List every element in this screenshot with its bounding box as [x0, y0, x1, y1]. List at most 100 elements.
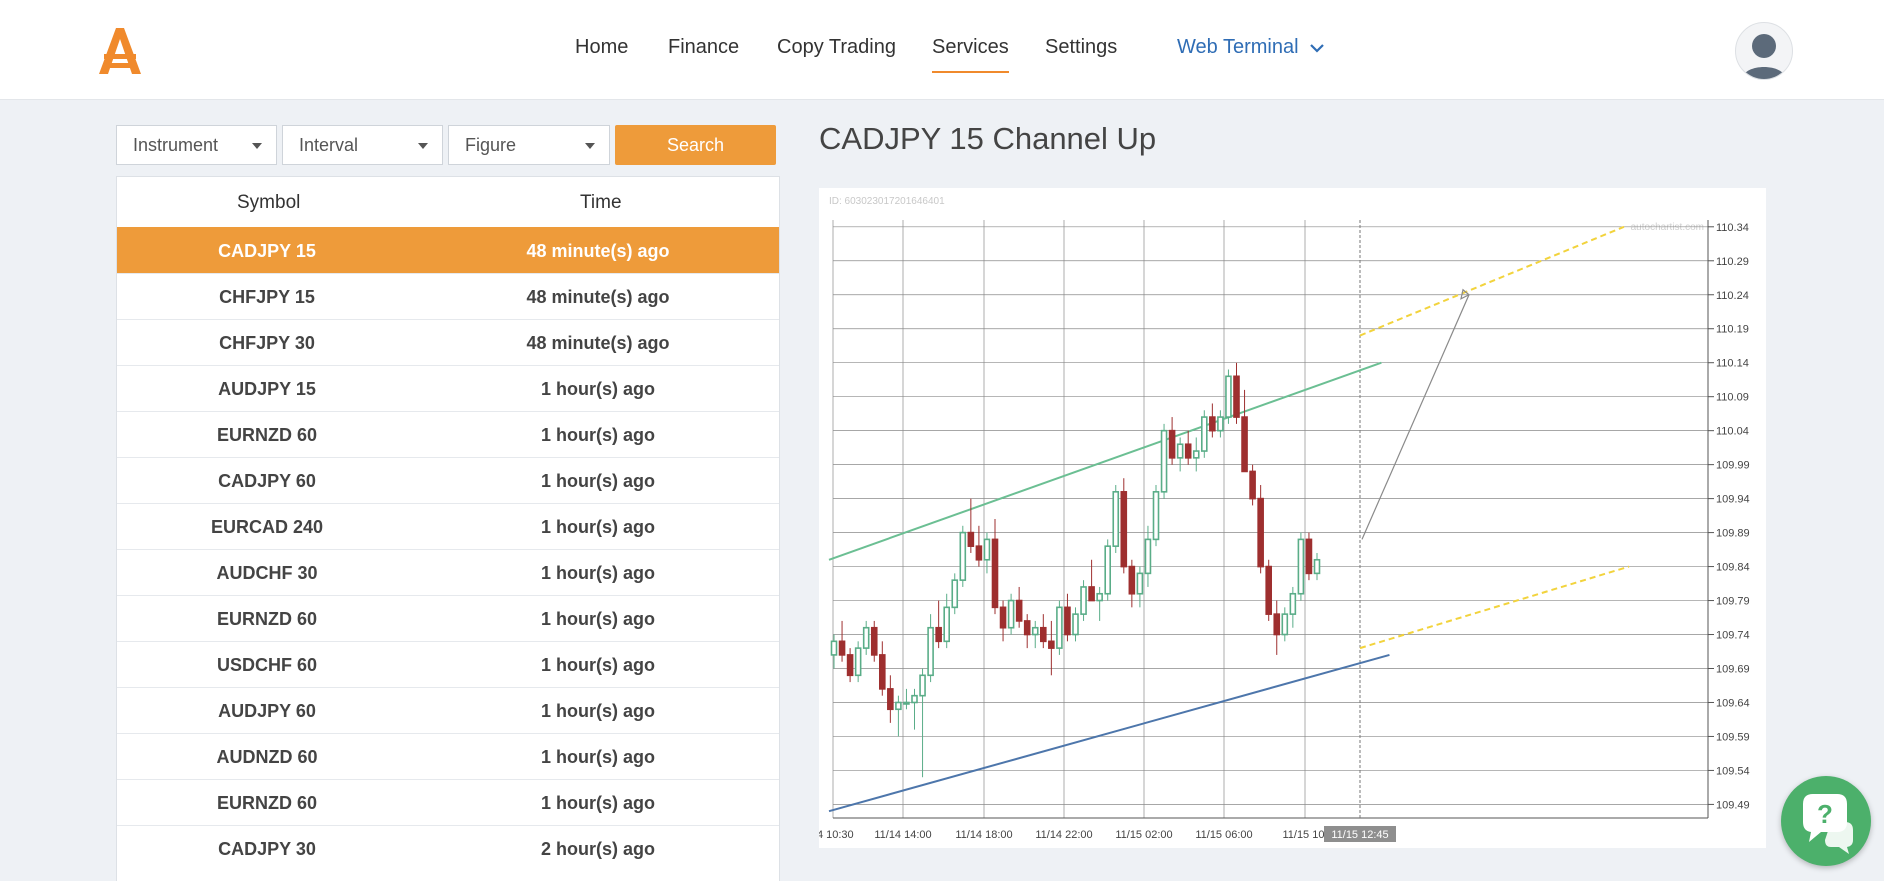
y-tick-label: 109.64 — [1716, 697, 1750, 709]
instrument-select-label: Instrument — [133, 135, 219, 155]
candle-body — [1184, 443, 1192, 459]
nav-settings[interactable]: Settings — [1045, 36, 1117, 59]
candle-body — [1209, 416, 1216, 432]
candle-body — [1072, 613, 1079, 636]
candle-body — [838, 640, 846, 656]
x-tick-label: 11/14 14:00 — [874, 829, 931, 841]
table-row[interactable]: CADJPY 15 48 minute(s) ago — [117, 227, 779, 273]
main-nav: Home Finance Copy Trading Services Setti… — [0, 0, 1884, 99]
candle-body — [1192, 450, 1200, 459]
chat-help-icon: ? — [1803, 794, 1853, 854]
candle-body — [862, 626, 870, 649]
candle-body — [1281, 613, 1289, 636]
projection-arrow-line — [1361, 294, 1470, 540]
y-tick-label: 109.49 — [1716, 799, 1750, 811]
candle-body — [943, 606, 950, 643]
row-symbol: EURCAD 240 — [210, 517, 324, 537]
candle-body — [1080, 586, 1087, 615]
row-time: 1 hour(s) ago — [540, 563, 655, 583]
table-row[interactable]: CADJPY 30 2 hour(s) ago — [117, 825, 779, 871]
channel-upper-line — [828, 361, 1382, 561]
candle-body — [1168, 429, 1176, 459]
search-button[interactable]: Search — [615, 125, 776, 165]
nav-services[interactable]: Services — [932, 36, 1009, 73]
table-row[interactable]: AUDCHF 30 1 hour(s) ago — [117, 549, 779, 595]
current-time-label: 11/15 12:45 — [1331, 829, 1388, 841]
row-symbol: CADJPY 30 — [218, 839, 316, 859]
candle-body — [1305, 538, 1313, 575]
row-symbol: EURNZD 60 — [216, 793, 318, 813]
table-row[interactable]: EURNZD 60 1 hour(s) ago — [117, 779, 779, 825]
y-tick-label: 109.54 — [1716, 765, 1750, 777]
candle-body — [1217, 416, 1224, 432]
table-row[interactable]: CHFJPY 15 48 minute(s) ago — [117, 273, 779, 319]
projection-lower-line — [1359, 565, 1630, 650]
chart-watermark: autochartist.com — [1631, 222, 1704, 233]
table-row[interactable]: AUDNZD 60 1 hour(s) ago — [117, 733, 779, 779]
column-header-time[interactable]: Time — [580, 192, 622, 214]
candle-body — [1160, 429, 1168, 493]
candle-body — [1096, 592, 1103, 602]
y-tick-label: 109.94 — [1716, 494, 1750, 506]
signals-table: Symbol Time CADJPY 15 48 minute(s) ago CHF… — [116, 176, 780, 881]
candle-body — [1289, 592, 1297, 615]
top-header: Home Finance Copy Trading Services Setti… — [0, 0, 1884, 100]
table-row[interactable]: EURCAD 240 1 hour(s) ago — [117, 503, 779, 549]
y-tick-label: 109.74 — [1716, 630, 1750, 642]
candle-body — [1257, 497, 1264, 568]
web-terminal-label: Web Terminal — [1177, 36, 1299, 58]
nav-copy-trading[interactable]: Copy Trading — [777, 36, 896, 59]
candle-body — [927, 626, 934, 677]
row-symbol: AUDJPY 60 — [218, 701, 316, 721]
candle-body — [1241, 416, 1248, 473]
column-header-symbol[interactable]: Symbol — [237, 192, 300, 214]
candle-body — [1064, 606, 1071, 636]
candle-body — [1056, 606, 1063, 649]
user-avatar[interactable] — [1735, 22, 1793, 80]
row-time: 1 hour(s) ago — [540, 747, 655, 767]
y-tick-label: 110.14 — [1716, 358, 1749, 370]
table-row[interactable]: EURNZD 60 1 hour(s) ago — [117, 595, 779, 641]
y-tick-label: 110.34 — [1716, 222, 1749, 234]
nav-finance[interactable]: Finance — [668, 36, 739, 59]
candle-body — [1136, 572, 1144, 595]
row-symbol: EURNZD 60 — [216, 609, 318, 629]
interval-select[interactable]: Interval — [282, 125, 443, 165]
row-time: 48 minute(s) ago — [526, 333, 670, 353]
candle-body — [1297, 538, 1305, 595]
table-row[interactable]: CHFJPY 30 48 minute(s) ago — [117, 319, 779, 365]
row-time: 48 minute(s) ago — [526, 241, 670, 261]
chevron-down-icon — [1310, 36, 1324, 59]
candle-body — [903, 701, 910, 705]
y-tick-label: 109.79 — [1716, 596, 1750, 608]
y-tick-label: 109.84 — [1716, 562, 1750, 574]
row-symbol: CHFJPY 30 — [219, 333, 315, 353]
candle-body — [1040, 626, 1047, 643]
help-chat-button[interactable]: ? — [1781, 776, 1871, 866]
interval-select-label: Interval — [299, 135, 359, 155]
x-tick-label: 11/14 18:00 — [955, 829, 1012, 841]
figure-select[interactable]: Figure — [448, 125, 610, 165]
row-symbol: CADJPY 60 — [218, 471, 316, 491]
candle-body — [983, 538, 991, 561]
table-row[interactable]: USDCHF 60 1 hour(s) ago — [117, 641, 779, 687]
row-time: 1 hour(s) ago — [540, 425, 655, 445]
candle-body — [975, 545, 983, 561]
svg-text:?: ? — [1817, 799, 1833, 829]
table-row[interactable]: AUDJPY 15 1 hour(s) ago — [117, 365, 779, 411]
x-tick-label: 11/14 22:00 — [1035, 829, 1092, 841]
y-tick-label: 110.09 — [1716, 392, 1749, 404]
row-symbol: AUDJPY 15 — [218, 379, 316, 399]
table-row[interactable]: CADJPY 60 1 hour(s) ago — [117, 457, 779, 503]
chart-title: CADJPY 15 Channel Up — [819, 121, 1157, 156]
candle-body — [1200, 416, 1208, 452]
pattern-chart[interactable]: ID: 603023017201646401 autochartist.com 11… — [796, 188, 1766, 848]
nav-web-terminal[interactable]: Web Terminal — [1177, 36, 1324, 59]
candle-body — [1104, 545, 1112, 595]
row-time: 1 hour(s) ago — [540, 609, 655, 629]
instrument-select[interactable]: Instrument — [116, 125, 277, 165]
table-row[interactable]: AUDJPY 60 1 hour(s) ago — [117, 687, 779, 733]
table-row[interactable]: EURNZD 60 1 hour(s) ago — [117, 411, 779, 457]
nav-home[interactable]: Home — [575, 36, 628, 59]
y-tick-label: 110.29 — [1716, 256, 1749, 268]
